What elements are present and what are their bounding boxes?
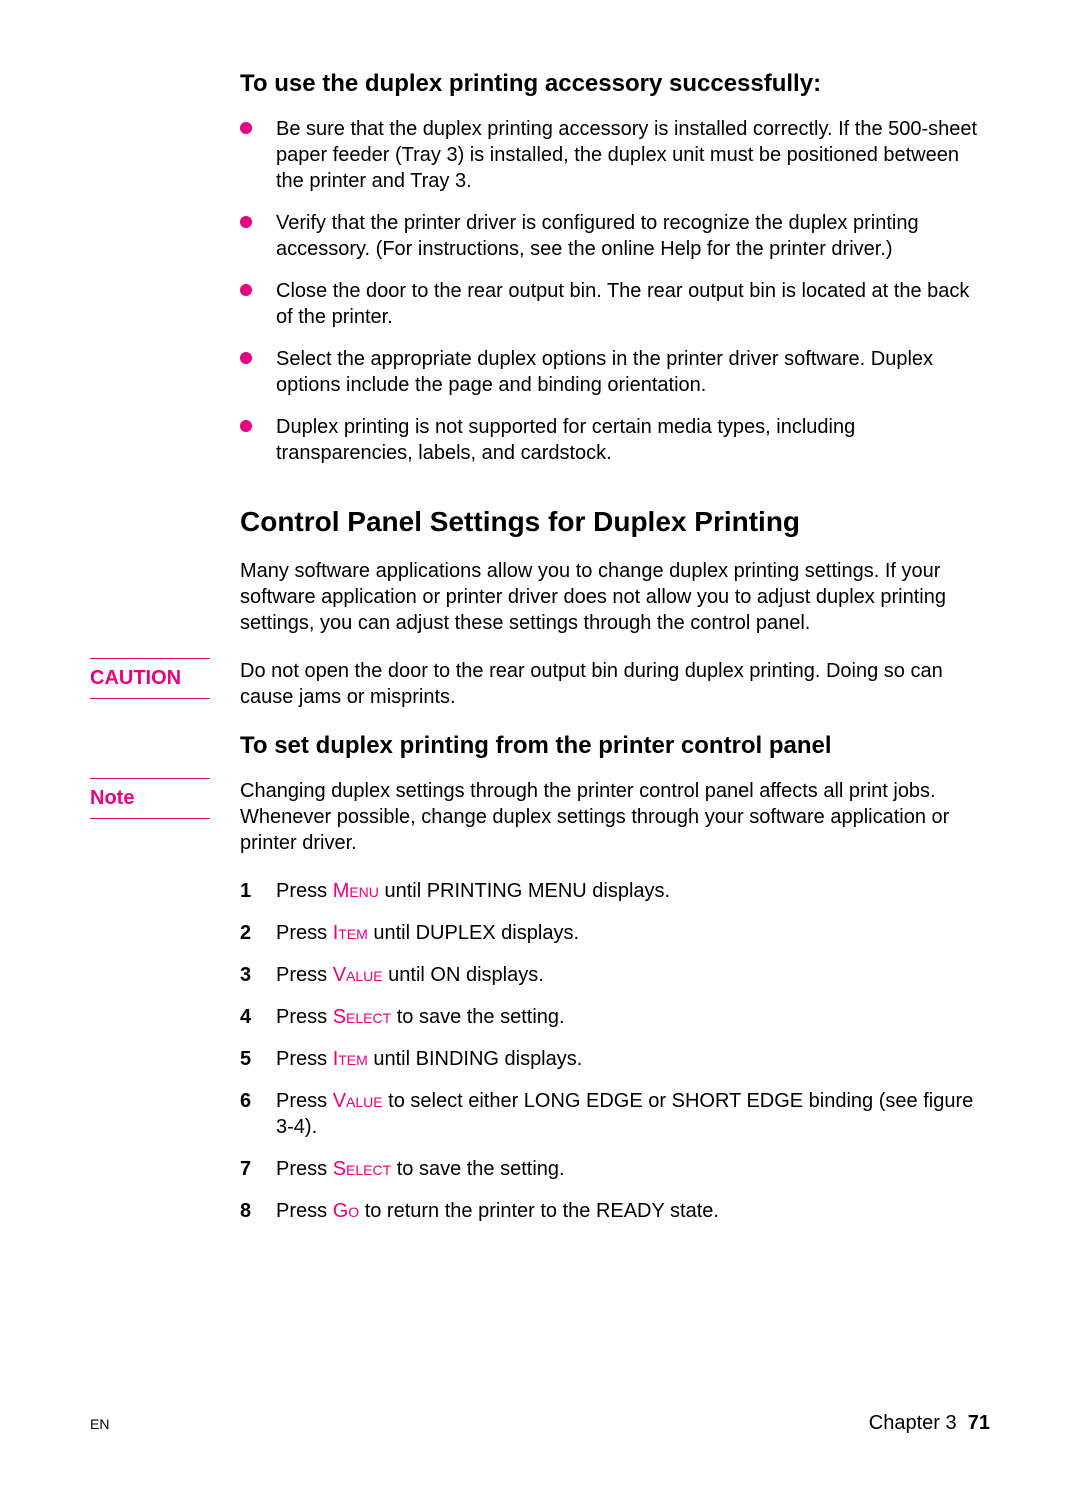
heading-accessory: To use the duplex printing accessory suc…: [240, 70, 990, 98]
step-text: Press: [276, 1200, 333, 1222]
step-1: Press Menu until PRINTING MENU displays.: [240, 878, 990, 904]
footer-page: Chapter 3 71: [869, 1412, 990, 1435]
paragraph-control-panel: Many software applications allow you to …: [240, 558, 990, 636]
step-4: Press Select to save the setting.: [240, 1004, 990, 1030]
list-item: Be sure that the duplex printing accesso…: [240, 116, 990, 194]
step-8: Press Go to return the printer to the RE…: [240, 1198, 990, 1224]
heading-control-panel: Control Panel Settings for Duplex Printi…: [240, 506, 990, 538]
steps-block: Press Menu until PRINTING MENU displays.…: [240, 878, 990, 1224]
key-item: Item: [333, 1048, 368, 1070]
footer-pagenum: 71: [968, 1412, 990, 1434]
list-item: Select the appropriate duplex options in…: [240, 346, 990, 398]
step-text: to save the setting.: [391, 1158, 564, 1180]
page-footer: EN Chapter 3 71: [90, 1412, 990, 1435]
step-text: until ON displays.: [383, 964, 544, 986]
step-5: Press Item until BINDING displays.: [240, 1046, 990, 1072]
key-go: Go: [333, 1200, 359, 1222]
key-item: Item: [333, 922, 368, 944]
step-text: Press: [276, 880, 333, 902]
caution-note: CAUTION Do not open the door to the rear…: [90, 658, 990, 710]
note-label-wrap: Note: [90, 778, 240, 856]
step-7: Press Select to save the setting.: [240, 1156, 990, 1182]
footer-chapter: Chapter 3: [869, 1412, 957, 1434]
step-text: Press: [276, 1090, 333, 1112]
list-item: Duplex printing is not supported for cer…: [240, 414, 990, 466]
section-set-duplex: To set duplex printing from the printer …: [240, 732, 990, 760]
list-item: Close the door to the rear output bin. T…: [240, 278, 990, 330]
caution-text: Do not open the door to the rear output …: [240, 658, 990, 710]
step-text: until BINDING displays.: [368, 1048, 583, 1070]
key-select: Select: [333, 1006, 391, 1028]
step-text: until PRINTING MENU displays.: [379, 880, 670, 902]
step-text: Press: [276, 964, 333, 986]
note-label: Note: [90, 778, 210, 819]
footer-language: EN: [90, 1416, 109, 1432]
caution-label: CAUTION: [90, 658, 210, 699]
step-text: Press: [276, 1006, 333, 1028]
page: To use the duplex printing accessory suc…: [0, 0, 1080, 1495]
note-block: Note Changing duplex settings through th…: [90, 778, 990, 856]
caution-label-wrap: CAUTION: [90, 658, 240, 710]
section-control-panel: Control Panel Settings for Duplex Printi…: [240, 506, 990, 636]
key-menu: Menu: [333, 880, 379, 902]
section-duplex-accessory: To use the duplex printing accessory suc…: [240, 70, 990, 466]
step-text: to return the printer to the READY state…: [359, 1200, 719, 1222]
key-value: Value: [333, 964, 383, 986]
step-text: Press: [276, 1158, 333, 1180]
list-item: Verify that the printer driver is config…: [240, 210, 990, 262]
step-2: Press Item until DUPLEX displays.: [240, 920, 990, 946]
step-text: Press: [276, 1048, 333, 1070]
bullet-list-accessory: Be sure that the duplex printing accesso…: [240, 116, 990, 466]
step-text: until DUPLEX displays.: [368, 922, 579, 944]
step-text: Press: [276, 922, 333, 944]
ordered-steps: Press Menu until PRINTING MENU displays.…: [240, 878, 990, 1224]
step-text: to save the setting.: [391, 1006, 564, 1028]
key-select: Select: [333, 1158, 391, 1180]
key-value: Value: [333, 1090, 383, 1112]
step-3: Press Value until ON displays.: [240, 962, 990, 988]
heading-set-duplex: To set duplex printing from the printer …: [240, 732, 990, 760]
step-6: Press Value to select either LONG EDGE o…: [240, 1088, 990, 1140]
note-text: Changing duplex settings through the pri…: [240, 778, 990, 856]
